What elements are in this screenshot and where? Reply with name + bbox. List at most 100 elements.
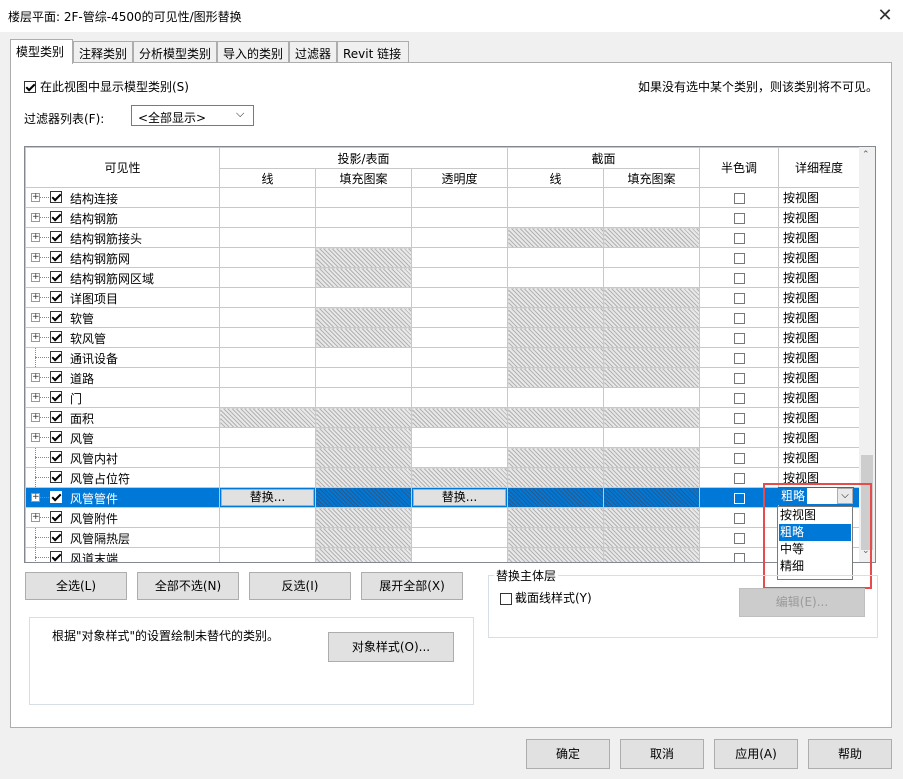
header-transparency[interactable]: 透明度 (411, 168, 508, 188)
category-name-cell[interactable]: + 风管附件 (25, 507, 220, 528)
halftone-cell[interactable] (699, 427, 779, 448)
halftone-checkbox[interactable] (733, 312, 745, 324)
halftone-checkbox[interactable] (733, 552, 745, 562)
detail-level-cell[interactable]: 按视图 (778, 327, 860, 348)
table-row[interactable]: + 结构钢筋网区域 按视图 (25, 267, 860, 288)
transparency-cell[interactable] (411, 547, 508, 562)
halftone-cell[interactable] (699, 307, 779, 328)
section-fill-cell[interactable] (603, 487, 700, 508)
category-name-cell[interactable]: + 结构钢筋 (25, 207, 220, 228)
table-row[interactable]: +风管附件按视图 (25, 507, 860, 528)
category-name-cell[interactable]: + 风管管件 (25, 487, 220, 508)
invert-selection-button[interactable]: 反选(I) (249, 572, 351, 600)
projection-fill-cell[interactable] (315, 367, 412, 388)
projection-line-cell[interactable] (219, 387, 316, 408)
section-line-cell[interactable] (507, 507, 604, 528)
expand-icon[interactable]: + (31, 493, 40, 502)
table-row[interactable]: + 风管管件 替换... 替换... (25, 487, 860, 508)
halftone-checkbox[interactable] (733, 472, 745, 484)
section-fill-cell[interactable] (603, 187, 700, 208)
category-visible-checkbox[interactable] (50, 191, 62, 203)
select-none-button[interactable]: 全部不选(N) (137, 572, 239, 600)
detail-level-cell[interactable]: 按视图 (778, 347, 860, 368)
tab-imported-categories[interactable]: 导入的类别 (217, 41, 289, 63)
section-fill-cell[interactable] (603, 447, 700, 468)
detail-level-cell[interactable]: 按视图 (778, 407, 860, 428)
section-line-cell[interactable] (507, 327, 604, 348)
category-visible-checkbox[interactable] (50, 531, 62, 543)
category-name-cell[interactable]: 风管占位符 (25, 467, 220, 488)
category-visible-checkbox[interactable] (50, 391, 62, 403)
halftone-checkbox[interactable] (733, 292, 745, 304)
table-row[interactable]: 通讯设备 按视图 (25, 347, 860, 368)
detail-level-cell[interactable]: 按视图 (778, 427, 860, 448)
projection-line-cell[interactable] (219, 287, 316, 308)
category-name-cell[interactable]: 通讯设备 (25, 347, 220, 368)
projection-fill-cell[interactable] (315, 407, 412, 428)
projection-fill-cell[interactable] (315, 427, 412, 448)
transparency-cell[interactable] (411, 427, 508, 448)
transparency-cell[interactable] (411, 387, 508, 408)
projection-fill-cell[interactable] (315, 187, 412, 208)
show-model-categories-checkbox[interactable] (24, 79, 36, 93)
section-fill-cell[interactable] (603, 207, 700, 228)
transparency-cell[interactable] (411, 507, 508, 528)
category-visible-checkbox[interactable] (50, 291, 62, 303)
cancel-button[interactable]: 取消 (620, 739, 704, 769)
projection-fill-cell[interactable] (315, 227, 412, 248)
transparency-cell[interactable] (411, 447, 508, 468)
category-visible-checkbox[interactable] (50, 431, 62, 443)
section-fill-cell[interactable] (603, 507, 700, 528)
projection-fill-cell[interactable] (315, 527, 412, 548)
detail-level-cell[interactable]: 按视图 (778, 367, 860, 388)
section-line-cell[interactable] (507, 287, 604, 308)
header-visibility[interactable]: 可见性 (25, 147, 220, 188)
transparency-cell[interactable] (411, 267, 508, 288)
category-visible-checkbox[interactable] (50, 211, 62, 223)
projection-line-cell[interactable] (219, 207, 316, 228)
section-line-cell[interactable] (507, 547, 604, 562)
category-name-cell[interactable]: 风道末端 (25, 547, 220, 562)
section-fill-cell[interactable] (603, 367, 700, 388)
expand-icon[interactable]: + (31, 513, 40, 522)
expand-icon[interactable]: + (31, 213, 40, 222)
table-row[interactable]: + 门按视图 (25, 387, 860, 408)
table-row[interactable]: + 详图项目 按视图 (25, 287, 860, 308)
category-visible-checkbox[interactable] (50, 471, 62, 483)
tab-model-categories[interactable]: 模型类别 (10, 39, 73, 64)
section-line-cell[interactable] (507, 427, 604, 448)
expand-icon[interactable]: + (31, 333, 40, 342)
header-halftone[interactable]: 半色调 (699, 147, 779, 188)
section-fill-cell[interactable] (603, 467, 700, 488)
tab-analytical-model-categories[interactable]: 分析模型类别 (133, 41, 217, 63)
table-row[interactable]: + 道路 按视图 (25, 367, 860, 388)
halftone-checkbox[interactable] (733, 532, 745, 544)
section-fill-cell[interactable] (603, 247, 700, 268)
detail-level-cell[interactable]: 按视图 (778, 387, 860, 408)
projection-fill-cell[interactable] (315, 507, 412, 528)
ok-button[interactable]: 确定 (526, 739, 610, 769)
projection-line-cell[interactable] (219, 227, 316, 248)
halftone-checkbox[interactable] (733, 412, 745, 424)
halftone-checkbox[interactable] (733, 392, 745, 404)
projection-fill-cell[interactable] (315, 487, 412, 508)
section-fill-cell[interactable] (603, 327, 700, 348)
projection-fill-cell[interactable] (315, 267, 412, 288)
select-all-button[interactable]: 全选(L) (25, 572, 127, 600)
section-fill-cell[interactable] (603, 387, 700, 408)
projection-line-cell[interactable] (219, 347, 316, 368)
section-line-cell[interactable] (507, 207, 604, 228)
transparency-cell[interactable] (411, 327, 508, 348)
section-fill-cell[interactable] (603, 227, 700, 248)
halftone-cell[interactable] (699, 367, 779, 388)
projection-line-cell[interactable] (219, 427, 316, 448)
halftone-cell[interactable] (699, 327, 779, 348)
projection-line-cell[interactable] (219, 447, 316, 468)
section-line-cell[interactable] (507, 407, 604, 428)
halftone-checkbox[interactable] (733, 452, 745, 464)
expand-icon[interactable]: + (31, 373, 40, 382)
projection-line-cell[interactable] (219, 407, 316, 428)
override-button[interactable]: 替换... (413, 489, 506, 506)
expand-icon[interactable]: + (31, 293, 40, 302)
detail-level-cell[interactable]: 按视图 (778, 307, 860, 328)
